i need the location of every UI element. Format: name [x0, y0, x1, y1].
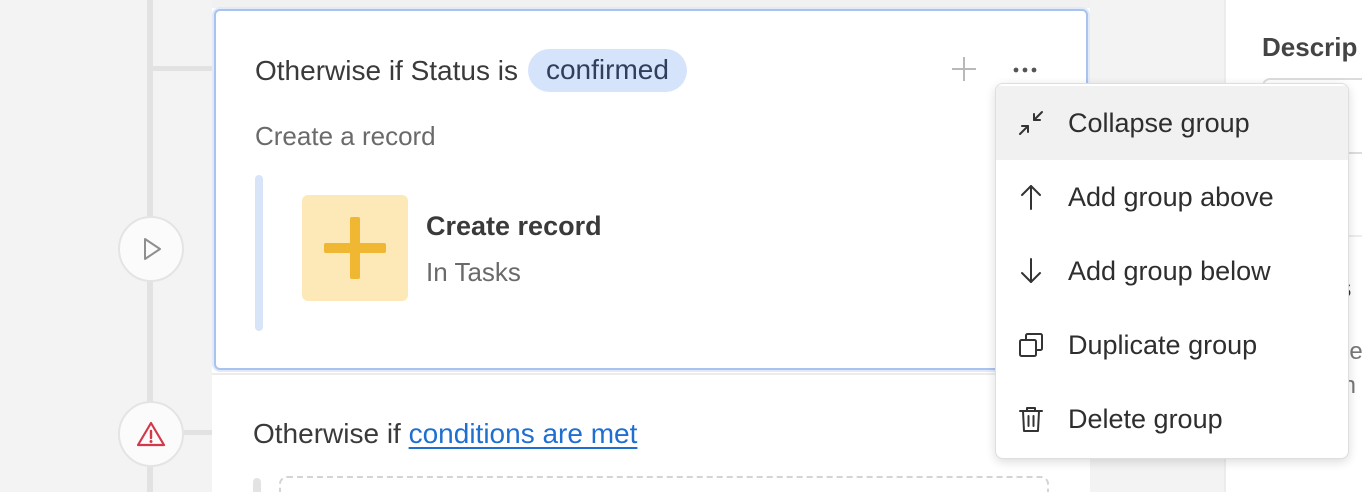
workflow-canvas: Otherwise if Status is confirmed Create … — [212, 0, 1090, 492]
group-options-menu: Collapse group Add group above Add group… — [995, 83, 1349, 459]
play-icon — [144, 238, 161, 260]
ellipsis-icon — [1013, 67, 1037, 73]
group-subtitle: Create a record — [255, 121, 436, 151]
action-subtitle: In Tasks — [426, 257, 521, 287]
conditions-link[interactable]: conditions are met — [409, 418, 638, 449]
description-label: Descrip — [1262, 32, 1358, 62]
status-value-pill[interactable]: confirmed — [527, 49, 687, 92]
timeline-connector — [184, 430, 214, 435]
menu-item-label: Add group below — [1068, 255, 1271, 286]
action-title[interactable]: Create record — [426, 211, 602, 242]
menu-item-add-group-above[interactable]: Add group above — [996, 160, 1348, 234]
menu-item-collapse-group[interactable]: Collapse group — [996, 86, 1348, 160]
menu-item-label: Duplicate group — [1068, 329, 1258, 360]
menu-item-duplicate-group[interactable]: Duplicate group — [996, 308, 1348, 382]
plus-icon — [952, 57, 976, 81]
group2-title: Otherwise if conditions are met — [253, 418, 637, 450]
group-title: Otherwise if Status is confirmed — [255, 49, 687, 92]
menu-item-label: Add group above — [1068, 181, 1274, 212]
plus-icon — [324, 217, 386, 279]
action-rail — [255, 175, 263, 331]
duplicate-icon — [1016, 330, 1046, 360]
menu-item-add-group-below[interactable]: Add group below — [996, 234, 1348, 308]
warning-icon — [136, 421, 166, 447]
group-divider — [212, 373, 1090, 375]
collapse-icon — [1016, 108, 1046, 138]
menu-item-delete-group[interactable]: Delete group — [996, 382, 1348, 456]
menu-item-label: Collapse group — [1068, 107, 1250, 138]
create-record-tile[interactable] — [302, 195, 408, 301]
run-step-node[interactable] — [118, 216, 184, 282]
arrow-down-icon — [1016, 256, 1046, 286]
top-strip — [212, 0, 1090, 8]
warning-step-node[interactable] — [118, 401, 184, 467]
action-rail — [253, 478, 261, 492]
condition-group-card[interactable]: Otherwise if Status is confirmed Create … — [214, 9, 1088, 370]
arrow-up-icon — [1016, 182, 1046, 212]
group-title-text: Otherwise if Status is — [255, 54, 518, 86]
timeline-connector — [150, 66, 214, 71]
empty-action-dropzone[interactable] — [279, 476, 1049, 492]
group2-title-text: Otherwise if — [253, 418, 401, 449]
more-options-button[interactable] — [1008, 55, 1042, 85]
add-step-button[interactable] — [946, 51, 982, 87]
menu-item-label: Delete group — [1068, 403, 1223, 434]
trash-icon — [1016, 404, 1046, 434]
